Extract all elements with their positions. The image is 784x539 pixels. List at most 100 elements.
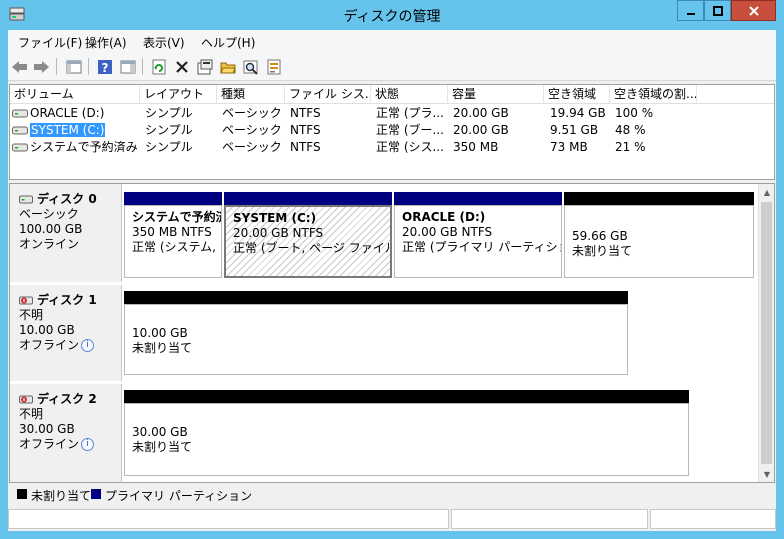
partition-system-c-selected[interactable]: SYSTEM (C:) 20.00 GB NTFS 正常 (ブート, ページ フ… bbox=[224, 205, 392, 278]
drive-icon bbox=[12, 126, 28, 135]
volume-type: ベーシック bbox=[222, 106, 282, 120]
delete-button[interactable] bbox=[172, 57, 191, 76]
forward-icon bbox=[34, 60, 49, 73]
volume-filesystem: NTFS bbox=[290, 123, 321, 137]
disk-name: ディスク 1 bbox=[37, 293, 97, 307]
scroll-up-arrow-icon[interactable]: ▲ bbox=[759, 184, 774, 200]
partition-unallocated[interactable]: 30.00 GB 未割り当て bbox=[124, 403, 689, 476]
volume-row[interactable]: システムで予約済み シンプル ベーシック NTFS 正常 (シス... 350 … bbox=[10, 139, 774, 156]
delete-icon bbox=[175, 60, 188, 73]
properties-button[interactable] bbox=[195, 57, 214, 76]
column-header-layout[interactable]: レイアウト bbox=[140, 85, 217, 104]
disk-state: オフライン bbox=[19, 437, 80, 451]
partition-bar-primary bbox=[124, 192, 222, 205]
partition-system-reserved[interactable]: システムで予約済 350 MB NTFS 正常 (システム, ア bbox=[124, 205, 222, 278]
volume-free-percent: 21 % bbox=[615, 140, 646, 154]
column-header-free-space[interactable]: 空き領域 bbox=[544, 85, 610, 104]
client-area: ファイル(F) 操作(A) 表示(V) ヘルプ(H) ? ボリューム レイアウト… bbox=[8, 30, 776, 531]
info-icon[interactable]: i bbox=[81, 339, 95, 352]
export-button[interactable] bbox=[264, 57, 283, 76]
refresh-icon bbox=[152, 59, 165, 74]
disk-state: オンライン bbox=[19, 237, 80, 251]
menu-help[interactable]: ヘルプ(H) bbox=[201, 34, 255, 51]
volume-free-space: 9.51 GB bbox=[550, 123, 599, 137]
partition-bar-primary bbox=[224, 192, 392, 205]
action-pane-button[interactable] bbox=[118, 57, 137, 76]
partition-oracle-d[interactable]: ORACLE (D:) 20.00 GB NTFS 正常 (プライマリ パーティ… bbox=[394, 205, 562, 278]
volume-row[interactable]: ORACLE (D:) シンプル ベーシック NTFS 正常 (プラ... 20… bbox=[10, 105, 774, 122]
menu-action[interactable]: 操作(A) bbox=[85, 34, 127, 51]
drive-icon bbox=[12, 109, 28, 118]
partition-name: ORACLE (D:) bbox=[402, 210, 486, 224]
open-folder-icon bbox=[219, 62, 236, 73]
status-cell bbox=[650, 509, 776, 529]
disk-label[interactable]: ディスク 2 不明 30.00 GB オフライン i bbox=[10, 384, 122, 482]
partition-status: 正常 (プライマリ パーティション) bbox=[402, 240, 561, 254]
volume-row-selected[interactable]: SYSTEM (C:) シンプル ベーシック NTFS 正常 (ブー... 20… bbox=[10, 122, 774, 139]
disk-graphical-view: ディスク 0 ベーシック 100.00 GB オンライン システムで予約済 35… bbox=[9, 183, 775, 483]
partition-unallocated[interactable]: 59.66 GB 未割り当て bbox=[564, 205, 754, 278]
close-button[interactable] bbox=[731, 0, 776, 21]
properties-icon bbox=[197, 59, 212, 74]
scroll-down-arrow-icon[interactable]: ▼ bbox=[759, 466, 774, 482]
column-header-status[interactable]: 状態 bbox=[371, 85, 448, 104]
partition-size: 59.66 GB bbox=[572, 229, 628, 243]
disk-label[interactable]: ディスク 0 ベーシック 100.00 GB オンライン bbox=[10, 184, 122, 282]
partition-name: SYSTEM (C:) bbox=[233, 211, 317, 225]
status-cell bbox=[8, 509, 449, 529]
partition-status: 未割り当て bbox=[572, 244, 633, 258]
console-tree-button[interactable] bbox=[64, 57, 83, 76]
legend-label-unallocated: 未割り当て bbox=[31, 489, 92, 503]
volume-name: SYSTEM (C:) bbox=[30, 123, 106, 137]
forward-button[interactable] bbox=[32, 57, 51, 76]
partition-bar-unallocated bbox=[124, 390, 689, 403]
partition-size: 10.00 GB bbox=[132, 326, 188, 340]
column-header-capacity[interactable]: 容量 bbox=[448, 85, 544, 104]
legend-swatch-primary bbox=[91, 489, 101, 499]
help-button[interactable]: ? bbox=[95, 57, 114, 76]
disk-row: ディスク 1 不明 10.00 GB オフライン i 10.00 GB 未割り当て bbox=[10, 285, 760, 381]
partition-bar-unallocated bbox=[124, 291, 628, 304]
back-icon bbox=[12, 60, 27, 73]
minimize-button[interactable] bbox=[677, 0, 704, 21]
back-button[interactable] bbox=[10, 57, 29, 76]
volume-free-space: 73 MB bbox=[550, 140, 588, 154]
volume-layout: シンプル bbox=[145, 123, 193, 137]
vertical-scrollbar[interactable]: ▲ ▼ bbox=[758, 184, 774, 482]
column-header-filesystem[interactable]: ファイル シス... bbox=[285, 85, 371, 104]
column-header-volume[interactable]: ボリューム bbox=[10, 85, 140, 104]
close-icon bbox=[748, 5, 759, 16]
volume-name: システムで予約済み bbox=[30, 140, 138, 154]
partition-unallocated[interactable]: 10.00 GB 未割り当て bbox=[124, 304, 628, 375]
title-bar[interactable]: ディスクの管理 bbox=[0, 0, 784, 30]
explore-button[interactable] bbox=[241, 57, 260, 76]
disk-kind: ベーシック bbox=[19, 207, 79, 221]
open-button[interactable] bbox=[218, 57, 237, 76]
volume-filesystem: NTFS bbox=[290, 140, 321, 154]
column-header-type[interactable]: 種類 bbox=[217, 85, 285, 104]
volume-status: 正常 (プラ... bbox=[376, 106, 444, 120]
maximize-button[interactable] bbox=[704, 0, 731, 21]
partition-name: システムで予約済 bbox=[132, 210, 222, 224]
volume-capacity: 20.00 GB bbox=[453, 123, 509, 137]
volume-name: ORACLE (D:) bbox=[30, 106, 105, 120]
partition-status: 未割り当て bbox=[132, 440, 193, 454]
scrollbar-thumb[interactable] bbox=[761, 202, 772, 464]
disk-label[interactable]: ディスク 1 不明 10.00 GB オフライン i bbox=[10, 285, 122, 381]
legend-label-primary: プライマリ パーティション bbox=[105, 489, 253, 503]
disk-kind: 不明 bbox=[19, 308, 44, 322]
offline-disk-icon bbox=[19, 296, 33, 305]
partition-status: 未割り当て bbox=[132, 341, 193, 355]
refresh-button[interactable] bbox=[149, 57, 168, 76]
menu-view[interactable]: 表示(V) bbox=[143, 34, 185, 51]
column-header-free-percent[interactable]: 空き領域の割... bbox=[610, 85, 697, 104]
disk-row: ディスク 2 不明 30.00 GB オフライン i 30.00 GB 未割り当て bbox=[10, 384, 760, 482]
partition-status: 正常 (システム, ア bbox=[132, 240, 222, 254]
disk-state: オフライン bbox=[19, 338, 80, 352]
info-icon[interactable]: i bbox=[81, 438, 95, 451]
menu-file[interactable]: ファイル(F) bbox=[18, 34, 82, 51]
console-tree-icon bbox=[66, 60, 81, 73]
disk-name: ディスク 0 bbox=[37, 192, 97, 206]
partition-size: 20.00 GB NTFS bbox=[233, 226, 324, 240]
minimize-icon bbox=[686, 12, 695, 15]
